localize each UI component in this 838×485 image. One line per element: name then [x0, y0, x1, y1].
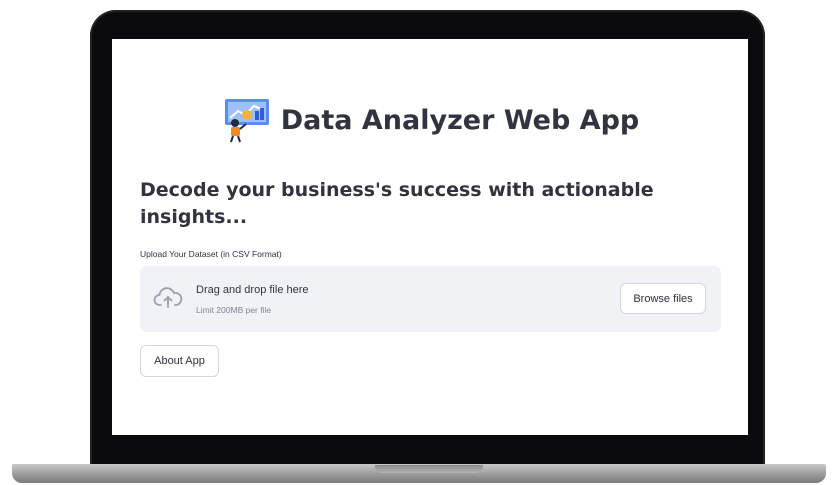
cloud-upload-icon [153, 287, 183, 308]
laptop-mockup: Data Analyzer Web App Decode your busine… [0, 0, 838, 485]
dropzone-limit: Limit 200MB per file [196, 305, 272, 315]
upload-label: Upload Your Dataset (in CSV Format) [140, 249, 282, 259]
file-dropzone[interactable]: Drag and drop file here Limit 200MB per … [140, 266, 721, 332]
about-app-button[interactable]: About App [140, 345, 219, 377]
data-analyst-presentation-icon [224, 99, 269, 143]
app-title: Data Analyzer Web App [280, 104, 640, 136]
page-subtitle: Decode your business's success with acti… [140, 179, 654, 228]
app-screen: Data Analyzer Web App Decode your busine… [112, 39, 748, 435]
laptop-notch [375, 465, 483, 473]
header: Data Analyzer Web App [112, 97, 748, 143]
dropzone-instructions: Drag and drop file here [196, 284, 309, 296]
browse-files-button[interactable]: Browse files [620, 283, 706, 314]
